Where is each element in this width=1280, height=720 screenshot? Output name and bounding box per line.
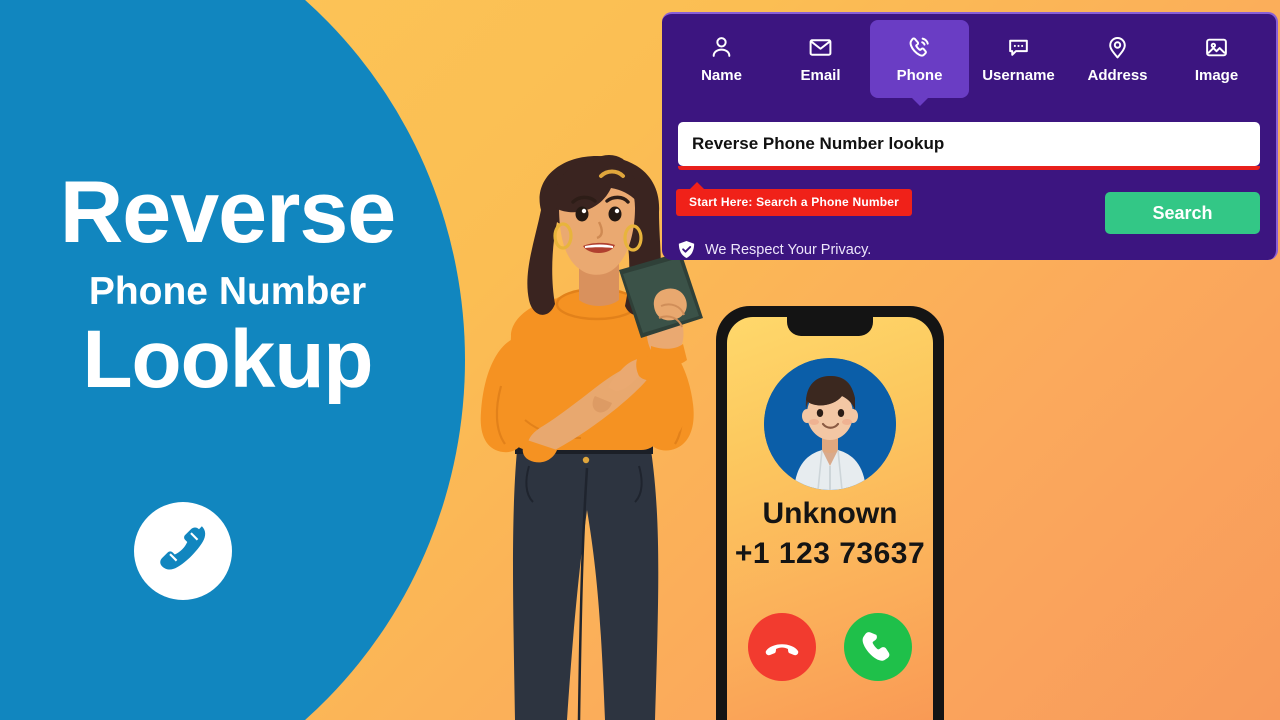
tab-name[interactable]: Name	[672, 20, 771, 98]
caller-number: +1 123 73637	[734, 537, 926, 570]
headline-line-3: Lookup	[82, 314, 373, 405]
phone-handset-icon	[152, 520, 214, 582]
search-button[interactable]: Search	[1105, 192, 1260, 234]
tab-name-label: Name	[701, 67, 742, 84]
envelope-icon	[808, 32, 833, 62]
tab-address[interactable]: Address	[1068, 20, 1167, 98]
poster-canvas: Reverse Phone Number Lookup Unknown +1 1…	[0, 0, 1280, 720]
headline-line-2: Phone Number	[88, 270, 367, 313]
tab-address-label: Address	[1087, 67, 1148, 84]
person-avatar-icon	[764, 358, 896, 490]
phone-notch	[787, 317, 873, 336]
search-input[interactable]	[678, 122, 1260, 166]
tab-username-label: Username	[982, 67, 1055, 84]
start-here-callout: Start Here: Search a Phone Number	[676, 182, 912, 216]
headline-line-1: Reverse	[59, 162, 397, 261]
accept-call-button[interactable]	[844, 613, 912, 681]
call-action-buttons	[727, 613, 933, 681]
person-icon	[709, 32, 734, 62]
tab-email-label: Email	[800, 67, 841, 84]
shield-check-icon	[678, 240, 695, 259]
map-pin-icon	[1105, 32, 1130, 62]
tab-email[interactable]: Email	[771, 20, 870, 98]
phone-accept-icon	[858, 627, 898, 667]
people-search-panel: Name Email Phone Username Address Image …	[662, 12, 1278, 260]
phone-decline-icon	[762, 627, 802, 667]
privacy-text: We Respect Your Privacy.	[705, 241, 872, 258]
phone-mockup: Unknown +1 123 73637	[716, 306, 944, 720]
search-row	[678, 122, 1260, 170]
phone-screen: Unknown +1 123 73637	[727, 317, 933, 720]
caller-name: Unknown	[762, 497, 898, 530]
tab-image-label: Image	[1194, 67, 1239, 84]
search-category-tabs: Name Email Phone Username Address Image	[662, 14, 1276, 98]
chat-bubble-icon	[1006, 32, 1031, 62]
image-icon	[1204, 32, 1229, 62]
caller-avatar	[764, 358, 896, 490]
privacy-notice: We Respect Your Privacy.	[678, 240, 871, 259]
phone-call-icon	[907, 32, 932, 62]
tab-phone-label: Phone	[896, 67, 943, 84]
hero-headline: Reverse Phone Number Lookup	[0, 168, 455, 403]
tab-phone[interactable]: Phone	[870, 20, 969, 98]
tab-username[interactable]: Username	[969, 20, 1068, 98]
decline-call-button[interactable]	[748, 613, 816, 681]
search-underline	[678, 166, 1260, 170]
tab-image[interactable]: Image	[1167, 20, 1266, 98]
phone-handset-badge	[134, 502, 232, 600]
